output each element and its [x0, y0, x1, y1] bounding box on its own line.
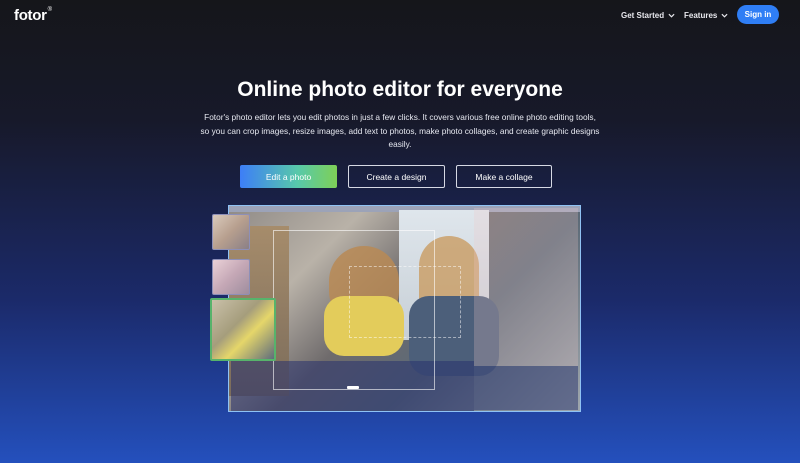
menu-features[interactable]: Features: [684, 11, 728, 20]
demo-crop-grid: [349, 266, 461, 338]
demo-overlay-panel: [474, 208, 578, 366]
top-navigation: fotor® Get Started Features Sign in: [0, 0, 800, 30]
make-collage-button[interactable]: Make a collage: [456, 165, 552, 188]
create-design-button[interactable]: Create a design: [348, 165, 445, 188]
demo-thumbnail-selected: [210, 298, 276, 361]
demo-resize-handle: [347, 386, 359, 389]
demo-overlay-bottom-right: [474, 366, 578, 410]
sign-in-button[interactable]: Sign in: [737, 5, 779, 24]
chevron-down-icon: [668, 13, 675, 18]
menu-get-started[interactable]: Get Started: [621, 11, 675, 20]
page-title: Online photo editor for everyone: [237, 78, 563, 101]
demo-thumbnail-2: [212, 259, 250, 295]
edit-photo-button[interactable]: Edit a photo: [240, 165, 337, 188]
fotor-logo[interactable]: fotor®: [14, 7, 52, 24]
demo-thumbnail-1: [212, 214, 250, 250]
menu-features-label: Features: [684, 11, 718, 20]
menu-get-started-label: Get Started: [621, 11, 665, 20]
hero-description: Fotor's photo editor lets you edit photo…: [200, 112, 600, 149]
chevron-down-icon: [721, 13, 728, 18]
editor-demo-image: [228, 205, 581, 412]
